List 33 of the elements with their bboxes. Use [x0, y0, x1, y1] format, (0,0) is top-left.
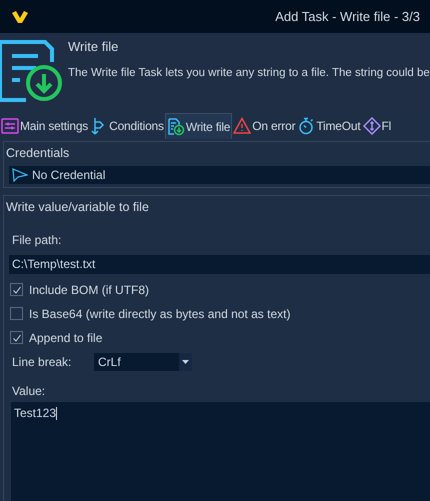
pointer-icon — [12, 168, 28, 182]
tab[interactable]: Fl — [362, 113, 392, 139]
line-break-label: Line break: — [12, 354, 72, 371]
file-path-label: File path: — [12, 232, 62, 249]
window-title: Add Task - Write file - 3/3 — [275, 8, 420, 26]
file-download-icon — [166, 118, 185, 136]
value-label: Value: — [12, 382, 46, 400]
credential-selector[interactable]: No Credential — [9, 166, 430, 184]
header-description: The Write file Task lets you write any string to a file. The string could be — [68, 66, 430, 80]
credentials-title: Credentials — [6, 145, 70, 162]
tab[interactable]: Main settings — [0, 113, 90, 139]
tab[interactable]: Conditions — [89, 113, 165, 139]
file-path-field[interactable]: C:\Temp\test.txt — [9, 254, 430, 274]
checkbox[interactable] — [10, 283, 23, 296]
stopwatch-icon — [297, 117, 316, 135]
tab[interactable]: Write file — [164, 113, 232, 139]
warning-icon — [233, 117, 252, 135]
logo-icon — [12, 10, 28, 22]
group-title: Write value/variable to file — [6, 199, 150, 216]
file-download-icon — [0, 39, 62, 103]
diamond-icon — [362, 117, 381, 135]
value-text-area[interactable]: Test123 — [11, 402, 430, 501]
line-break-dropdown[interactable]: CrLf — [94, 352, 192, 371]
checkbox[interactable] — [10, 307, 23, 320]
sliders-icon — [1, 117, 19, 135]
checkbox-label: Append to file — [29, 330, 102, 347]
caret-icon — [179, 352, 192, 371]
header-title: Write file — [68, 38, 120, 56]
tab[interactable]: On error — [232, 113, 296, 139]
checkbox[interactable] — [10, 331, 23, 344]
tab[interactable]: TimeOut — [296, 113, 362, 139]
checkbox-label: Include BOM (if UTF8) — [29, 282, 150, 299]
checkbox-label: Is Base64 (write directly as bytes and not as text) — [29, 306, 290, 323]
